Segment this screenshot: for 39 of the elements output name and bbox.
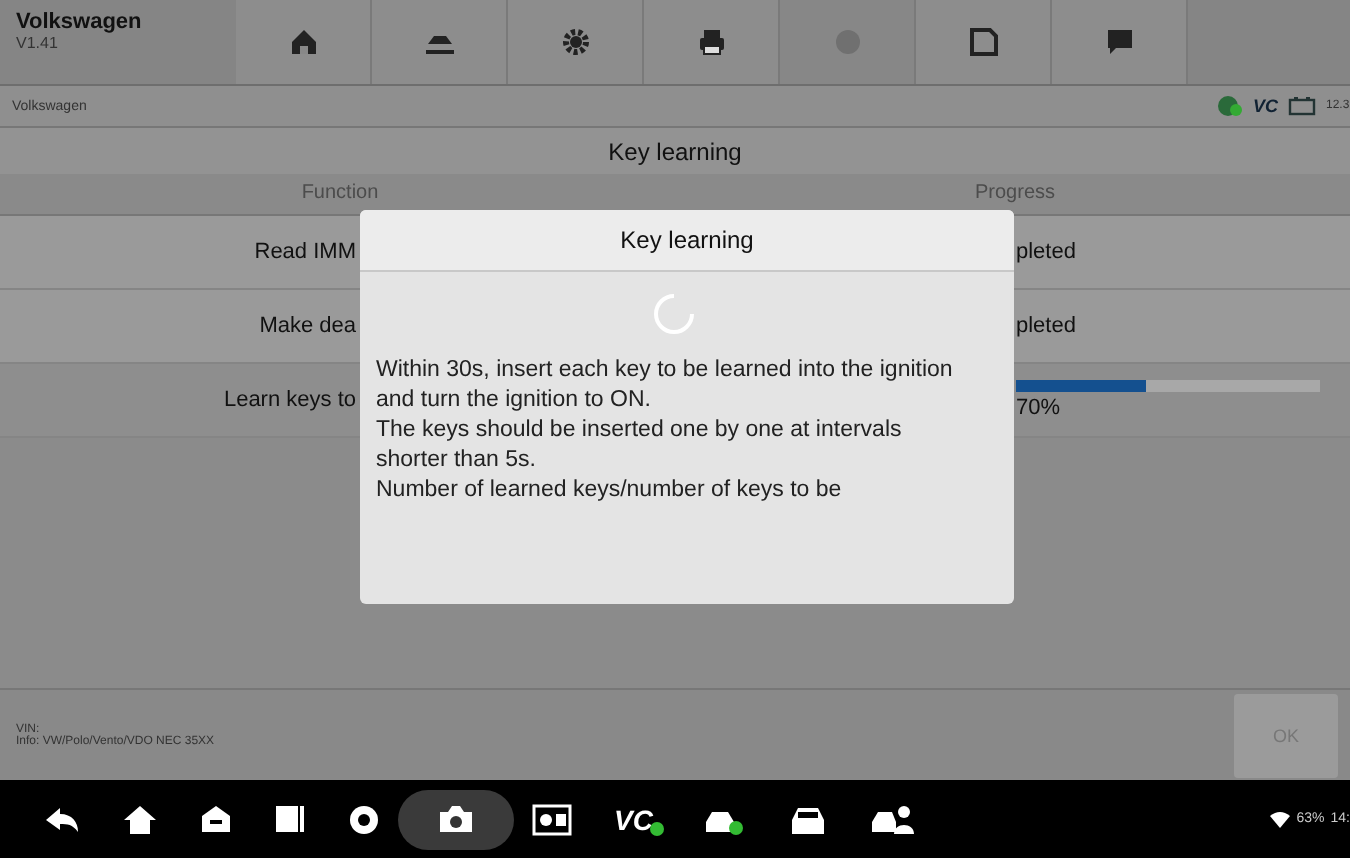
home-button[interactable]: [236, 0, 372, 84]
brightness-icon[interactable]: [532, 803, 572, 835]
dialog-title: Key learning: [620, 226, 754, 254]
chat-button[interactable]: [1052, 0, 1188, 84]
instruction-text: Number of learned keys/number of keys to be: [376, 476, 844, 506]
car-person-icon[interactable]: [870, 803, 915, 835]
home-icon: [287, 26, 319, 58]
back-icon[interactable]: [44, 803, 80, 835]
chat-icon: [1103, 26, 1135, 58]
recent-apps-icon[interactable]: [274, 804, 306, 834]
vehicle-title: Volkswagen: [16, 10, 144, 34]
printer-icon: [695, 26, 727, 58]
vci-status-label: VC: [1252, 96, 1278, 116]
print-button[interactable]: [644, 0, 780, 84]
save-button[interactable]: [916, 0, 1052, 84]
column-header: Function: [299, 180, 381, 208]
instruction-text: Within 30s, insert each key to be learned into the ignition and turn the ignition to ON.: [376, 356, 955, 416]
settings-icon: [559, 26, 591, 58]
page-title: Key learning: [608, 137, 742, 165]
function-cell-text: Learn keys to: [221, 388, 356, 412]
car-lift-button[interactable]: [372, 0, 508, 84]
loading-spinner-icon: [651, 292, 695, 336]
function-cell-text: Read IMM: [252, 240, 356, 264]
vci-label[interactable]: VC: [614, 803, 661, 835]
camera-button[interactable]: [398, 789, 514, 849]
column-header: Progress: [972, 180, 1057, 208]
progress-cell-text: 70%: [1016, 396, 1063, 420]
battery-icon: [1288, 96, 1316, 116]
progress-cell-text: pleted: [1016, 314, 1078, 338]
progress-cell-text: pleted: [1016, 240, 1078, 264]
save-icon: [967, 26, 999, 58]
home-icon[interactable]: [200, 804, 232, 834]
home-icon[interactable]: [122, 803, 158, 835]
instruction-text: The keys should be inserted one by one at intervals shorter than 5s.: [376, 416, 904, 476]
camera-icon: [438, 804, 474, 834]
wifi-icon: [1270, 810, 1291, 828]
settings-button[interactable]: [508, 0, 644, 84]
function-cell-text: Make dea: [257, 314, 356, 338]
version-label: V1.41: [16, 34, 60, 52]
